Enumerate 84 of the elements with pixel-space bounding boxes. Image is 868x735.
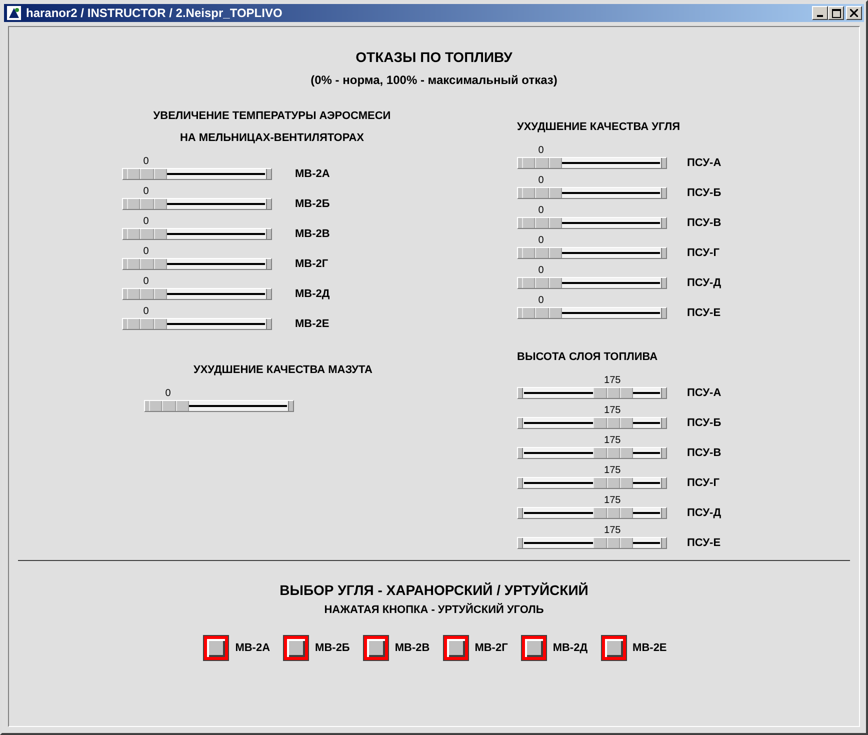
section-subheading: НАЖАТАЯ КНОПКА - УРТУЙСКИЙ УГОЛЬ — [324, 604, 544, 616]
toggle-button[interactable] — [444, 636, 468, 660]
slider-value: 0 — [142, 245, 150, 258]
window-title: haranor2 / INSTRUCTOR / 2.Neispr_TOPLIVO — [26, 6, 284, 20]
toggle-label: МВ-2Г — [474, 642, 508, 654]
slider-value: 0 — [164, 387, 172, 400]
toggle-label: МВ-2Д — [552, 642, 588, 654]
toggle-label: МВ-2Б — [315, 642, 350, 654]
section-title: УХУДШЕНИЕ КАЧЕСТВА МАЗУТА — [194, 363, 372, 378]
toggle-label: МВ-2А — [235, 642, 270, 654]
slider-label: ПСУ-Г — [687, 477, 720, 489]
slider-label: ПСУ-В — [687, 217, 722, 229]
toggle-button[interactable] — [522, 636, 546, 660]
slider-label: МВ-2Г — [295, 258, 328, 270]
toggle-button[interactable] — [204, 636, 228, 660]
slider-value: 175 — [603, 494, 622, 507]
slider-label: ПСУ-Д — [687, 277, 722, 289]
slider-label: ПСУ-А — [687, 157, 722, 169]
toggle-button[interactable] — [602, 636, 626, 660]
slider[interactable] — [517, 537, 667, 549]
slider-label: ПСУ-Б — [687, 417, 722, 429]
slider[interactable] — [517, 477, 667, 489]
slider[interactable] — [122, 258, 272, 270]
panel-heading: ОТКАЗЫ ПО ТОПЛИВУ — [356, 49, 512, 65]
toggle-button[interactable] — [284, 636, 308, 660]
section-title: УХУДШЕНИЕ КАЧЕСТВА УГЛЯ — [517, 120, 680, 135]
slider-value: 175 — [603, 404, 622, 417]
section-title: НА МЕЛЬНИЦАХ-ВЕНТИЛЯТОРАХ — [180, 131, 364, 146]
slider-label: ПСУ-Д — [687, 507, 722, 519]
slider-label: МВ-2Б — [295, 198, 330, 210]
slider-value: 0 — [537, 174, 545, 187]
slider-value: 0 — [142, 215, 150, 228]
toggle-label: МВ-2Е — [632, 642, 667, 654]
slider-label: ПСУ-В — [687, 447, 722, 459]
slider[interactable] — [517, 387, 667, 399]
slider-label: МВ-2Д — [295, 288, 330, 300]
slider[interactable] — [517, 277, 667, 289]
slider[interactable] — [517, 217, 667, 229]
app-icon — [6, 5, 22, 21]
slider-value: 175 — [603, 524, 622, 537]
section-title: ВЫСОТА СЛОЯ ТОПЛИВА — [517, 350, 658, 365]
toggle-button[interactable] — [364, 636, 388, 660]
slider-value: 0 — [537, 264, 545, 277]
slider[interactable] — [517, 157, 667, 169]
slider-value: 0 — [537, 204, 545, 217]
section-title: УВЕЛИЧЕНИЕ ТЕМПЕРАТУРЫ АЭРОСМЕСИ — [153, 109, 391, 124]
slider-label: МВ-2В — [295, 228, 330, 240]
slider[interactable] — [122, 168, 272, 180]
slider-value: 0 — [142, 155, 150, 168]
slider-label: МВ-2Е — [295, 318, 330, 330]
slider-value: 0 — [142, 275, 150, 288]
section-heading: ВЫБОР УГЛЯ - ХАРАНОРСКИЙ / УРТУЙСКИЙ — [280, 582, 588, 598]
panel-subheading: (0% - норма, 100% - максимальный отказ) — [310, 73, 558, 87]
slider[interactable] — [122, 288, 272, 300]
slider[interactable] — [122, 228, 272, 240]
close-button[interactable] — [846, 6, 862, 20]
slider-value: 0 — [142, 185, 150, 198]
slider-value: 175 — [603, 434, 622, 447]
slider-label: ПСУ-Е — [687, 537, 721, 549]
slider[interactable] — [517, 187, 667, 199]
slider[interactable] — [122, 198, 272, 210]
slider-value: 175 — [603, 374, 622, 387]
slider-label: ПСУ-Г — [687, 247, 720, 259]
maximize-button[interactable] — [828, 6, 844, 20]
slider[interactable] — [517, 247, 667, 259]
slider-value: 0 — [537, 144, 545, 157]
slider-label: ПСУ-А — [687, 387, 722, 399]
slider[interactable] — [144, 400, 294, 412]
toggle-label: МВ-2В — [394, 642, 430, 654]
slider[interactable] — [517, 447, 667, 459]
slider-label: ПСУ-Е — [687, 307, 721, 319]
slider[interactable] — [517, 507, 667, 519]
slider[interactable] — [517, 417, 667, 429]
close-icon — [850, 9, 858, 17]
slider[interactable] — [122, 318, 272, 330]
maximize-icon — [832, 8, 840, 18]
slider-value: 0 — [537, 234, 545, 247]
slider-value: 175 — [603, 464, 622, 477]
slider-value: 0 — [142, 305, 150, 318]
slider-value: 0 — [537, 294, 545, 307]
slider-label: ПСУ-Б — [687, 187, 722, 199]
slider-label: МВ-2А — [295, 168, 330, 180]
minimize-button[interactable] — [812, 6, 828, 20]
slider[interactable] — [517, 307, 667, 319]
